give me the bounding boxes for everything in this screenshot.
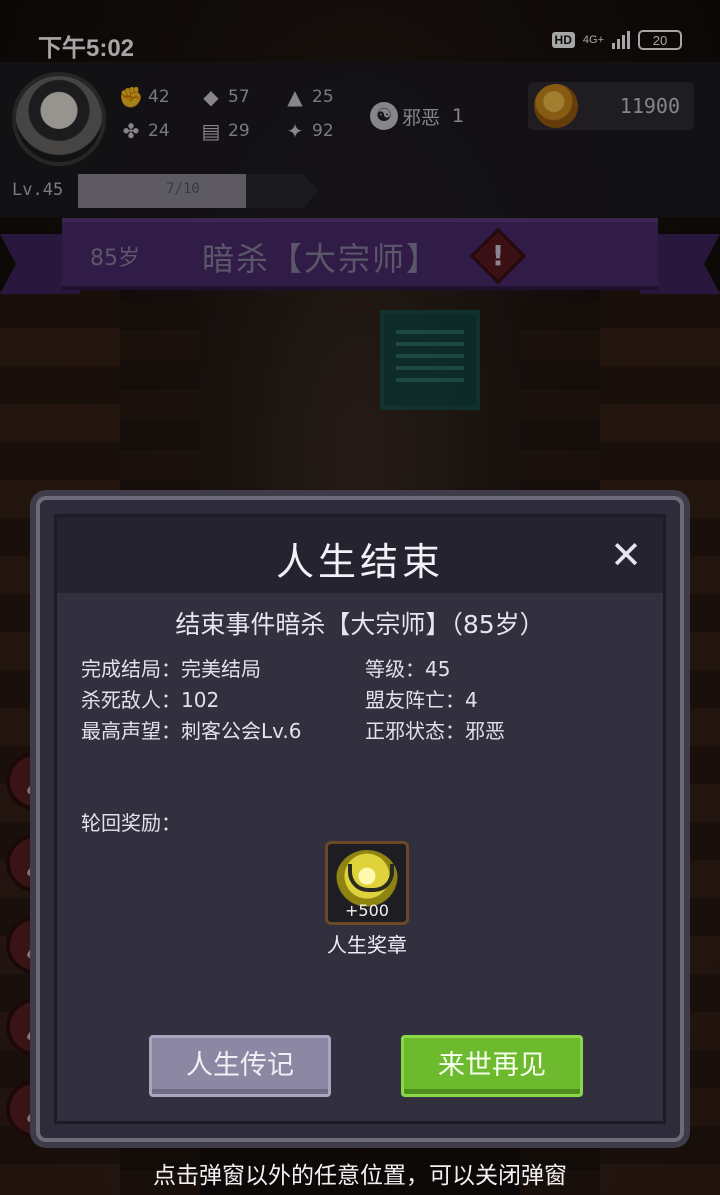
dialog-body: 人生结束 ✕ 结束事件暗杀【大宗师】（85岁） 完成结局：完美结局 等级：45 … — [54, 514, 666, 1124]
next-life-button[interactable]: 来世再见 — [401, 1035, 583, 1097]
fact-level: 等级：45 — [365, 657, 451, 681]
fact-reputation: 最高声望：刺客公会Lv.6 — [81, 719, 302, 743]
dialog-header: 人生结束 ✕ — [57, 517, 663, 593]
reward-item[interactable]: +500 — [325, 841, 409, 925]
reward-count: +500 — [345, 901, 389, 920]
fact-kills: 杀死敌人：102 — [81, 688, 220, 712]
life-biography-button[interactable]: 人生传记 — [149, 1035, 331, 1097]
fact-ending: 完成结局：完美结局 — [81, 657, 261, 681]
dialog-title: 人生结束 — [275, 540, 444, 584]
medal-icon — [336, 850, 398, 908]
close-button[interactable]: ✕ — [587, 525, 657, 585]
close-icon: ✕ — [610, 533, 642, 577]
close-hint: 点击弹窗以外的任意位置，可以关闭弹窗 — [153, 1163, 567, 1189]
reward-name: 人生奖章 — [327, 933, 407, 957]
life-end-dialog: 人生结束 ✕ 结束事件暗杀【大宗师】（85岁） 完成结局：完美结局 等级：45 … — [36, 496, 684, 1142]
fact-alignment: 正邪状态：邪恶 — [365, 719, 505, 743]
ending-event: 结束事件暗杀【大宗师】（85岁） — [175, 610, 545, 639]
fact-allies-lost: 盟友阵亡：4 — [365, 688, 478, 712]
reward-label: 轮回奖励： — [81, 811, 181, 835]
